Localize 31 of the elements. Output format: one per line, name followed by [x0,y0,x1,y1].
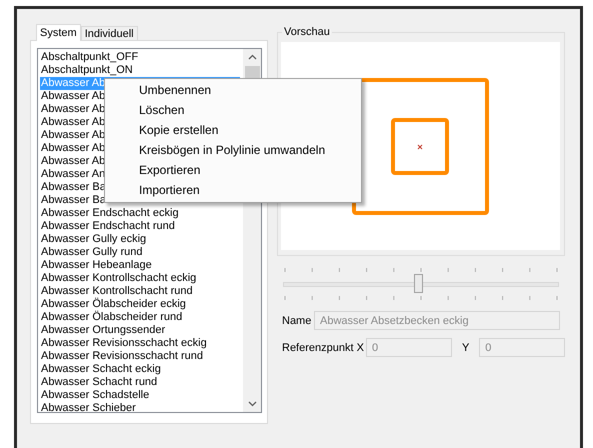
list-item[interactable]: Abwasser Hebeanlage [40,259,240,272]
list-item[interactable]: Abwasser Ölabscheider rund [40,311,240,324]
list-item[interactable]: Abschaltpunkt_ON [40,64,240,77]
list-item[interactable]: Abwasser Gully eckig [40,233,240,246]
list-item[interactable]: Abwasser Endschacht eckig [40,207,240,220]
group-title: Vorschau [282,26,332,38]
list-item[interactable]: Abwasser Ortungssender [40,324,240,337]
field-label: Name [281,314,312,326]
menu-item[interactable]: Umbenennen [105,80,361,100]
menu-item[interactable]: Kreisbögen in Polylinie umwandeln [105,140,361,160]
list-item[interactable]: Abwasser Endschacht rund [40,220,240,233]
list-item[interactable]: Abwasser Schadstelle [40,389,240,402]
list-item[interactable]: Abwasser Revisionsschacht rund [40,350,240,363]
list-item[interactable]: Abwasser Ölabscheider eckig [40,298,240,311]
list-item[interactable]: Abwasser Schieber [40,402,240,412]
field-label: Referenzpunkt X [281,342,365,354]
list-item[interactable]: Abwasser Gully rund [40,246,240,259]
slider-thumb[interactable] [414,274,424,293]
list-item[interactable]: Abschaltpunkt_OFF [40,51,240,64]
menu-item[interactable]: Exportieren [105,160,361,180]
field-label: Y [460,342,470,354]
tab[interactable]: System [36,24,81,41]
menu-item[interactable]: Löschen [105,100,361,120]
tab[interactable]: Individuell [80,26,138,40]
list-item[interactable]: Abwasser Kontrollschacht rund [40,285,240,298]
list-item[interactable]: Abwasser Kontrollschacht eckig [40,272,240,285]
list-item[interactable]: Abwasser Schacht rund [40,376,240,389]
menu-item[interactable]: Kopie erstellen [105,120,361,140]
menu-item[interactable]: Importieren [105,180,361,200]
list-item[interactable]: Abwasser Revisionsschacht eckig [40,337,240,350]
list-item[interactable]: Abwasser Schacht eckig [40,363,240,376]
